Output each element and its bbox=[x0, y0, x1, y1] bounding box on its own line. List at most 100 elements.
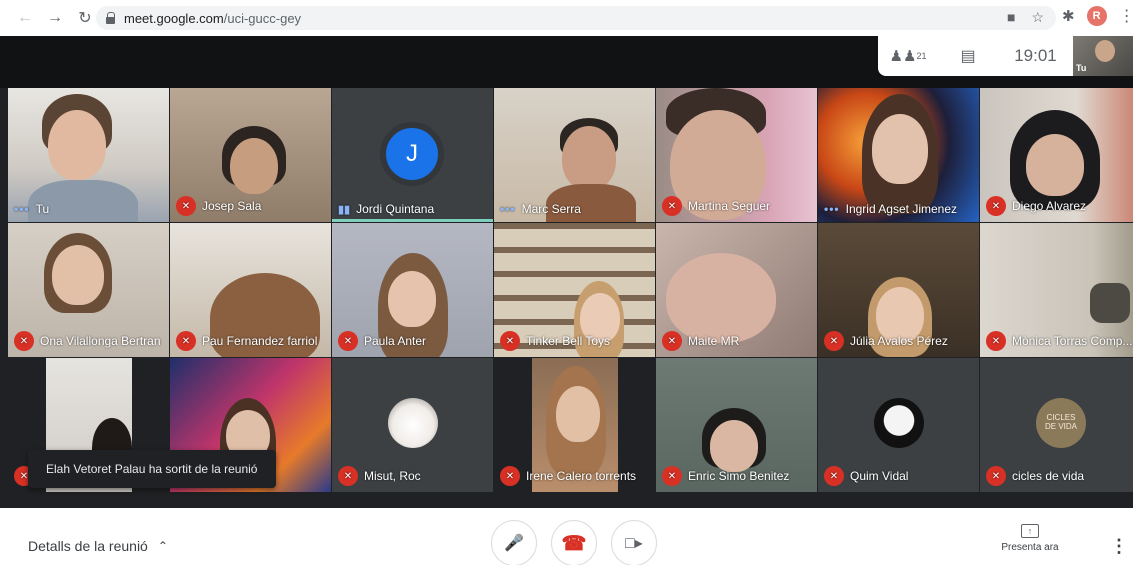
forward-arrow-icon[interactable]: → bbox=[44, 7, 66, 29]
participant-tile[interactable]: ✕ Quim Vidal bbox=[818, 358, 979, 492]
participant-tile[interactable]: ✕ Enric Simo Benitez bbox=[656, 358, 817, 492]
speaking-dots-icon: ••• bbox=[500, 202, 516, 216]
present-icon: ↑ bbox=[1021, 524, 1039, 538]
participant-name: Enric Simo Benitez bbox=[688, 469, 790, 483]
participant-tile[interactable]: ✕ Martina Seguer bbox=[656, 88, 817, 222]
tile-nameplate: ••• Tu bbox=[14, 202, 49, 216]
participant-name: Ona Vilallonga Bertran bbox=[40, 334, 161, 348]
tile-nameplate: ✕ Josep Sala bbox=[176, 196, 261, 216]
tile-nameplate: ✕ Diego Alvarez bbox=[986, 196, 1086, 216]
present-now-button[interactable]: ↑ Presenta ara bbox=[994, 524, 1066, 553]
tile-nameplate: ✕ Mònica Torras Comp... bbox=[986, 331, 1133, 351]
url-path: /uci-gucc-gey bbox=[223, 10, 302, 26]
self-face bbox=[1095, 40, 1115, 62]
participants-grid: ••• Tu ✕ Josep Sala J ▮▮ Jordi Quintana •••… bbox=[8, 88, 1133, 508]
participant-tile[interactable]: ✕ Misut, Roc bbox=[332, 358, 493, 492]
video-icon: □▸ bbox=[625, 535, 643, 552]
mic-button[interactable]: 🎤 bbox=[491, 520, 537, 565]
participant-tile[interactable]: J ▮▮ Jordi Quintana bbox=[332, 88, 493, 222]
participant-tile[interactable]: ✕ Mònica Torras Comp... bbox=[980, 223, 1133, 357]
meeting-details-button[interactable]: Detalls de la reunió ⌃ bbox=[28, 538, 168, 554]
participant-tile[interactable]: ✕ Pau Fernandez farriol bbox=[170, 223, 331, 357]
extensions-area: ✱ R ⋮ bbox=[1062, 6, 1133, 26]
participant-tile[interactable]: ✕ Tinker Bell Toys bbox=[494, 223, 655, 357]
mic-off-icon: ✕ bbox=[500, 331, 520, 351]
participant-name: Misut, Roc bbox=[364, 469, 421, 483]
participant-tile[interactable]: CICLES DE VIDA ✕ cicles de vida bbox=[980, 358, 1133, 492]
participants-count: 21 bbox=[916, 51, 927, 61]
more-vert-icon[interactable]: ⋮ bbox=[1110, 536, 1128, 557]
tile-nameplate: ✕ Enric Simo Benitez bbox=[662, 466, 789, 486]
skull-avatar bbox=[874, 398, 924, 448]
participant-name: Diego Alvarez bbox=[1012, 199, 1087, 213]
address-bar[interactable]: meet.google.com/uci-gucc-gey ■ ☆ bbox=[96, 6, 1056, 30]
participant-name: Martina Seguer bbox=[688, 199, 771, 213]
participant-tile[interactable]: ✕ Júlia Avalos Pérez bbox=[818, 223, 979, 357]
tile-nameplate: ✕ Ona Vilallonga Bertran bbox=[14, 331, 161, 351]
mic-off-icon: ✕ bbox=[824, 466, 844, 486]
self-label: Tu bbox=[1076, 63, 1087, 73]
dog-avatar bbox=[388, 398, 438, 448]
chat-icon[interactable]: ▤ bbox=[938, 46, 998, 66]
participant-name: Marc Serra bbox=[521, 202, 581, 216]
tile-nameplate: ✕ Martina Seguer bbox=[662, 196, 770, 216]
mic-off-icon: ✕ bbox=[176, 196, 196, 216]
mic-off-icon: ✕ bbox=[986, 466, 1006, 486]
browser-toolbar: ← → ↻ meet.google.com/uci-gucc-gey ■ ☆ ✱… bbox=[0, 0, 1133, 36]
tile-nameplate: ▮▮ Jordi Quintana bbox=[338, 202, 434, 216]
mic-off-icon: ✕ bbox=[500, 466, 520, 486]
participant-tile[interactable]: ✕ Paula Anter bbox=[332, 223, 493, 357]
participant-tile[interactable]: ••• Ingrid Agset Jimenez bbox=[818, 88, 979, 222]
tile-nameplate: ••• Marc Serra bbox=[500, 202, 581, 216]
tile-nameplate: ✕ Quim Vidal bbox=[824, 466, 908, 486]
avatar: J bbox=[380, 122, 444, 186]
participant-tile[interactable]: ✕ Irene Calero torrents bbox=[494, 358, 655, 492]
tile-nameplate: ✕ cicles de vida bbox=[986, 466, 1084, 486]
url-host: meet.google.com bbox=[124, 10, 224, 26]
participant-name: Mònica Torras Comp... bbox=[1012, 334, 1133, 348]
people-icon[interactable]: ♟♟ 21 bbox=[878, 47, 938, 65]
reload-icon[interactable]: ↻ bbox=[74, 7, 96, 29]
participant-name: cicles de vida bbox=[1012, 469, 1085, 483]
tile-nameplate: ✕ Pau Fernandez farriol bbox=[176, 331, 317, 351]
participant-tile[interactable]: ✕ Josep Sala bbox=[170, 88, 331, 222]
present-now-label: Presenta ara bbox=[1001, 542, 1059, 553]
hangup-icon: ☎ bbox=[561, 532, 587, 555]
browser-menu-icon[interactable]: ⋮ bbox=[1119, 6, 1133, 26]
participant-name: Jordi Quintana bbox=[356, 202, 435, 216]
tile-nameplate: ✕ Misut, Roc bbox=[338, 466, 421, 486]
app-root: ← → ↻ meet.google.com/uci-gucc-gey ■ ☆ ✱… bbox=[0, 0, 1133, 565]
self-view-thumbnail[interactable]: Tu bbox=[1073, 36, 1133, 76]
profile-avatar[interactable]: R bbox=[1086, 6, 1107, 26]
tile-nameplate: ✕ Júlia Avalos Pérez bbox=[824, 331, 948, 351]
omnibox-actions: ■ ☆ bbox=[1007, 9, 1044, 26]
mic-icon: 🎤 bbox=[504, 535, 524, 552]
camera-icon[interactable]: ■ bbox=[1007, 9, 1015, 26]
meet-stage: ♟♟ 21 ▤ 19:01 Tu ••• Tu ✕ Josep Sala J ▮… bbox=[0, 36, 1133, 508]
participant-name: Júlia Avalos Pérez bbox=[850, 334, 948, 348]
participant-tile[interactable]: ✕ Diego Alvarez bbox=[980, 88, 1133, 222]
participant-name: Tu bbox=[35, 202, 50, 216]
participant-name: Paula Anter bbox=[364, 334, 427, 348]
back-arrow-icon[interactable]: ← bbox=[14, 7, 36, 29]
participant-name: Ingrid Agset Jimenez bbox=[845, 202, 958, 216]
extensions-icon[interactable]: ✱ bbox=[1062, 7, 1075, 25]
participant-name: Irene Calero torrents bbox=[526, 469, 637, 483]
meeting-details-label: Detalls de la reunió bbox=[28, 538, 148, 554]
speaking-dots-icon: ••• bbox=[14, 202, 30, 216]
tile-nameplate: ✕ Paula Anter bbox=[338, 331, 426, 351]
star-icon[interactable]: ☆ bbox=[1031, 9, 1044, 26]
mic-off-icon: ✕ bbox=[176, 331, 196, 351]
participant-tile[interactable]: ✕ Ona Vilallonga Bertran bbox=[8, 223, 169, 357]
participant-name: Quim Vidal bbox=[850, 469, 909, 483]
participant-name: Josep Sala bbox=[202, 199, 262, 213]
mic-off-icon: ✕ bbox=[662, 331, 682, 351]
tile-nameplate: ✕ Maite MR bbox=[662, 331, 739, 351]
hangup-button[interactable]: ☎ bbox=[551, 520, 597, 565]
participant-tile[interactable]: ✕ Maite MR bbox=[656, 223, 817, 357]
participant-tile[interactable]: ••• Tu bbox=[8, 88, 169, 222]
participant-name: Pau Fernandez farriol bbox=[202, 334, 318, 348]
camera-button[interactable]: □▸ bbox=[611, 520, 657, 565]
lock-icon[interactable] bbox=[106, 12, 116, 24]
participant-tile[interactable]: ••• Marc Serra bbox=[494, 88, 655, 222]
